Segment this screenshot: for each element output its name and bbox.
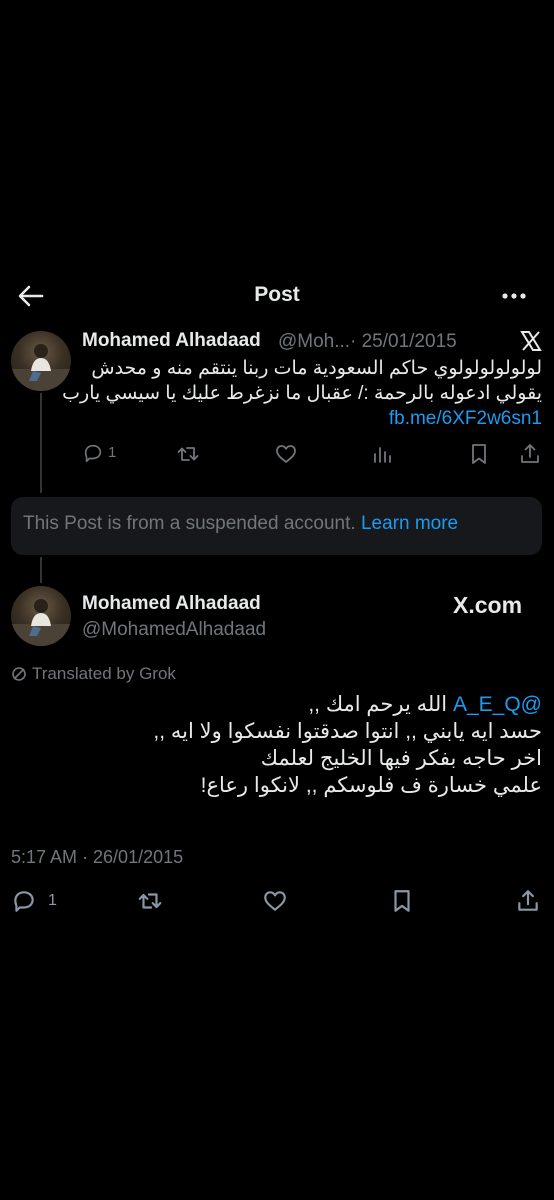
retweet-button[interactable] — [176, 442, 200, 466]
post-text-line: @A_E_Q الله يرحم امك ,, — [20, 691, 542, 718]
reply-button[interactable]: 1 — [82, 442, 132, 466]
quoted-post-text: لولولولولولوي حاكم السعودية مات ربنا ينت… — [62, 356, 542, 431]
mention-link[interactable]: @A_E_Q — [453, 693, 542, 716]
thread-line — [40, 557, 42, 583]
post-text-first: الله يرحم امك ,, — [308, 693, 448, 716]
avatar-photo-icon — [11, 599, 71, 646]
share-button[interactable] — [518, 442, 542, 466]
avatar[interactable] — [11, 586, 71, 646]
post-text-line: اخر حاجه بفكر فيها الخليج لعلمك — [260, 747, 542, 770]
reply-count: 1 — [108, 444, 117, 461]
bookmark-icon — [472, 444, 486, 464]
suspended-notice-text: This Post is from a suspended account. L… — [23, 513, 458, 535]
more-icon — [502, 293, 526, 299]
thread-line — [40, 393, 42, 493]
like-button[interactable] — [274, 442, 298, 466]
quoted-text-line: لولولولولولوي حاكم السعودية مات ربنا ينت… — [91, 358, 542, 379]
retweet-button[interactable] — [136, 888, 164, 914]
more-options-button[interactable] — [500, 286, 528, 306]
author-name[interactable]: Mohamed Alhadaad — [82, 593, 261, 615]
bookmark-icon — [394, 890, 410, 912]
quoted-link[interactable]: fb.me/6XF2w6sn1 — [80, 406, 542, 431]
quoted-author-handle[interactable]: @Moh... — [278, 331, 350, 353]
share-icon — [521, 444, 539, 463]
like-icon — [264, 891, 286, 911]
bookmark-button[interactable] — [389, 888, 415, 914]
post-text: @A_E_Q الله يرحم امك ,, حسد ايه يابني ,,… — [20, 691, 542, 799]
like-button[interactable] — [262, 888, 288, 914]
reply-button[interactable]: 1 — [11, 888, 61, 914]
post-text-line: حسد ايه يابني ,, انتوا صدقتوا نفسكوا ولا… — [153, 720, 542, 743]
bookmark-button[interactable] — [467, 442, 491, 466]
translated-label: Translated by Grok — [32, 664, 176, 683]
post-timestamp[interactable]: 5:17 AM · 26/01/2015 — [11, 847, 183, 868]
x-logo-icon — [520, 330, 542, 352]
like-icon — [276, 445, 296, 463]
page-title: Post — [254, 283, 300, 306]
suspended-message: This Post is from a suspended account. — [23, 513, 356, 534]
share-button[interactable] — [515, 888, 541, 914]
quoted-post-date: · 25/01/2015 — [350, 331, 457, 352]
reply-icon — [14, 891, 34, 912]
learn-more-link[interactable]: Learn more — [361, 513, 458, 534]
quoted-text-line: يقولي ادعوله بالرحمة :/ عقبال ما نزغرط ع… — [62, 383, 542, 404]
retweet-icon — [177, 447, 199, 461]
grok-icon — [12, 667, 26, 681]
quoted-author-name[interactable]: Mohamed Alhadaad — [82, 330, 261, 352]
watermark: X.com — [453, 592, 523, 618]
reply-count: 1 — [48, 892, 57, 909]
reply-icon — [84, 444, 102, 463]
views-button[interactable] — [370, 442, 394, 466]
retweet-icon — [138, 893, 162, 909]
share-icon — [518, 890, 538, 911]
views-icon — [374, 447, 391, 463]
author-handle[interactable]: @MohamedAlhadaad — [82, 619, 266, 641]
post-text-line: علمي خسارة ف فلوسكم ,, لانكوا رعاع! — [200, 774, 542, 797]
